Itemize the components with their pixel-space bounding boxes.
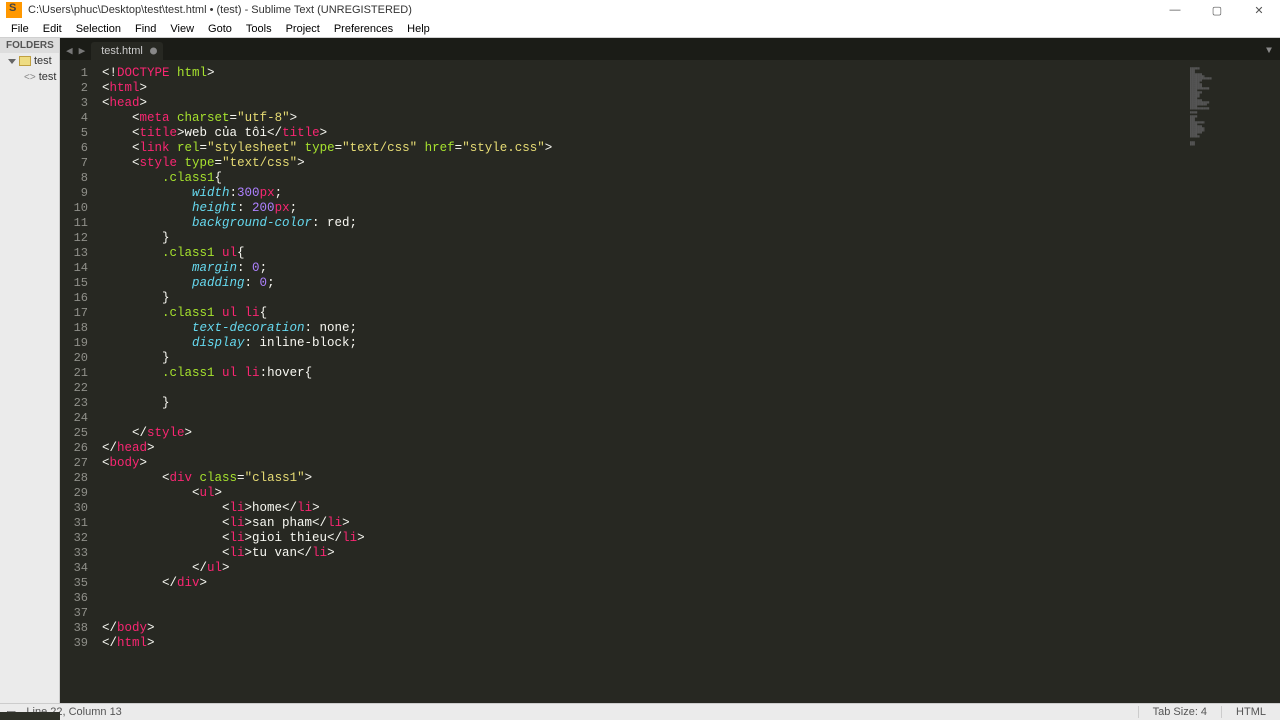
menu-file[interactable]: File bbox=[4, 23, 36, 35]
sidebar-header: FOLDERS bbox=[0, 38, 59, 53]
tab-dropdown-icon[interactable]: ▼ bbox=[1266, 46, 1280, 60]
menu-help[interactable]: Help bbox=[400, 23, 437, 35]
menu-tools[interactable]: Tools bbox=[239, 23, 279, 35]
tab-bar: ◀ ▶ test.html ▼ bbox=[60, 38, 1280, 60]
folder-expand-icon[interactable] bbox=[8, 59, 16, 64]
file-type-icon: <> bbox=[24, 72, 36, 83]
app-icon bbox=[6, 2, 22, 18]
code-editor[interactable]: 1234567891011121314151617181920212223242… bbox=[60, 60, 1280, 703]
nav-back-icon[interactable]: ◀ bbox=[64, 44, 75, 58]
sidebar-folder[interactable]: test bbox=[0, 53, 59, 69]
minimize-button[interactable]: — bbox=[1154, 0, 1196, 20]
menu-goto[interactable]: Goto bbox=[201, 23, 239, 35]
menu-project[interactable]: Project bbox=[279, 23, 327, 35]
file-name: test bbox=[39, 71, 57, 83]
sidebar: FOLDERS test <> test bbox=[0, 38, 60, 703]
maximize-button[interactable]: ▢ bbox=[1196, 0, 1238, 20]
menu-edit[interactable]: Edit bbox=[36, 23, 69, 35]
editor-tab[interactable]: test.html bbox=[91, 42, 163, 60]
status-bar: ▭ Line 22, Column 13 Tab Size: 4 HTML bbox=[0, 703, 1280, 720]
tab-label: test.html bbox=[101, 45, 143, 57]
minimap[interactable]: ████████████████████████████████████████… bbox=[1160, 60, 1280, 703]
minimap-content: ████████████████████████████████████████… bbox=[1190, 66, 1276, 148]
sidebar-file[interactable]: <> test bbox=[0, 69, 59, 85]
menu-find[interactable]: Find bbox=[128, 23, 163, 35]
menu-view[interactable]: View bbox=[163, 23, 201, 35]
window-title: C:\Users\phuc\Desktop\test\test.html • (… bbox=[28, 4, 1154, 16]
close-button[interactable]: ✕ bbox=[1238, 0, 1280, 20]
tab-dirty-icon bbox=[150, 48, 157, 55]
status-syntax[interactable]: HTML bbox=[1221, 706, 1280, 718]
code-content[interactable]: <!DOCTYPE html> <html> <head> <meta char… bbox=[96, 60, 1160, 703]
window-titlebar: C:\Users\phuc\Desktop\test\test.html • (… bbox=[0, 0, 1280, 20]
folder-name: test bbox=[34, 55, 52, 67]
folder-icon bbox=[19, 56, 31, 66]
line-number-gutter: 1234567891011121314151617181920212223242… bbox=[60, 60, 96, 703]
menu-preferences[interactable]: Preferences bbox=[327, 23, 400, 35]
menu-selection[interactable]: Selection bbox=[69, 23, 128, 35]
nav-forward-icon[interactable]: ▶ bbox=[77, 44, 88, 58]
menu-bar: File Edit Selection Find View Goto Tools… bbox=[0, 20, 1280, 38]
status-tab-size[interactable]: Tab Size: 4 bbox=[1138, 706, 1221, 718]
